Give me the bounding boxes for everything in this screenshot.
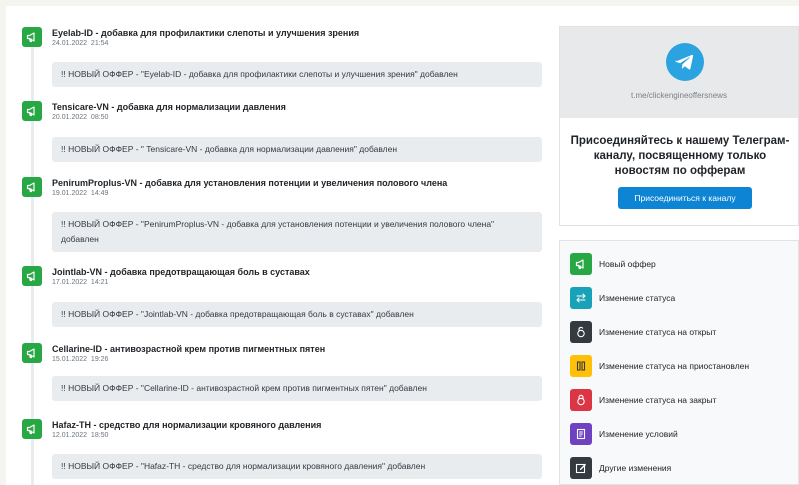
legend-label: Изменение статуса на открыт <box>599 327 717 337</box>
telegram-channel-link[interactable]: t.me/clickengineoffersnews <box>560 91 798 100</box>
timeline-line <box>31 30 34 485</box>
feed-item-message: !! НОВЫЙ ОФФЕР - "Hafaz-TH - средство дл… <box>52 454 542 479</box>
telegram-promo-text: Присоединяйтесь к нашему Телеграм-каналу… <box>570 135 790 177</box>
megaphone-icon <box>22 266 42 286</box>
feed-item-title[interactable]: Tensicare-VN - добавка для нормализации … <box>52 102 286 112</box>
document-icon <box>570 423 592 445</box>
telegram-card-header: t.me/clickengineoffersnews <box>560 27 798 118</box>
feed-item-title[interactable]: PenirumProplus-VN - добавка для установл… <box>52 178 447 188</box>
legend-item-status-paused: Изменение статуса на приостановлен <box>570 355 749 377</box>
swap-arrows-icon <box>570 287 592 309</box>
legend-item-conditions-change: Изменение условий <box>570 423 678 445</box>
telegram-card: t.me/clickengineoffersnews Присоединяйте… <box>559 26 799 226</box>
feed-item-title[interactable]: Hafaz-TH - средство для нормализации кро… <box>52 420 321 430</box>
legend-item-status-closed: Изменение статуса на закрыт <box>570 389 716 411</box>
lock-closed-icon <box>570 389 592 411</box>
legend-item-status-change: Изменение статуса <box>570 287 675 309</box>
legend-label: Новый оффер <box>599 259 656 269</box>
feed-item-date: 20.01.2022 08:50 <box>52 114 109 121</box>
feed-item-date: 12.01.2022 18:50 <box>52 432 109 439</box>
telegram-icon[interactable] <box>666 43 704 81</box>
feed-item-title[interactable]: Eyelab-ID - добавка для профилактики сле… <box>52 28 359 38</box>
megaphone-icon <box>22 343 42 363</box>
edit-icon <box>570 457 592 479</box>
legend-card: Новый оффер Изменение статуса Изменение … <box>559 240 799 485</box>
legend-label: Изменение условий <box>599 429 678 439</box>
pause-icon <box>570 355 592 377</box>
megaphone-icon <box>22 419 42 439</box>
legend-label: Изменение статуса <box>599 293 676 303</box>
megaphone-icon <box>22 101 42 121</box>
megaphone-icon <box>570 253 592 275</box>
lock-open-icon <box>570 321 592 343</box>
feed-item-title[interactable]: Cellarine-ID - антивозрастной крем проти… <box>52 344 325 354</box>
feed-item-message: !! НОВЫЙ ОФФЕР - "Jointlab-VN - добавка … <box>52 302 542 327</box>
feed-item-date: 15.01.2022 19:26 <box>52 356 109 363</box>
legend-label: Изменение статуса на закрыт <box>599 395 717 405</box>
feed-item-date: 17.01.2022 14:21 <box>52 279 109 286</box>
feed-item-title[interactable]: Jointlab-VN - добавка предотвращающая бо… <box>52 267 310 277</box>
feed-item-message: !! НОВЫЙ ОФФЕР - "PenirumProplus-VN - до… <box>52 212 542 252</box>
feed-item-date: 24.01.2022 21:54 <box>52 40 109 47</box>
legend-item-new-offer: Новый оффер <box>570 253 656 275</box>
legend-item-status-open: Изменение статуса на открыт <box>570 321 716 343</box>
feed-item-message: !! НОВЫЙ ОФФЕР - "Cellarine-ID - антивоз… <box>52 376 542 401</box>
feed-item-date: 19.01.2022 14:49 <box>52 190 109 197</box>
legend-label: Другие изменения <box>599 463 672 473</box>
legend-label: Изменение статуса на приостановлен <box>599 361 750 371</box>
megaphone-icon <box>22 177 42 197</box>
feed-item-message: !! НОВЫЙ ОФФЕР - "Eyelab-ID - добавка дл… <box>52 62 542 87</box>
legend-item-other-changes: Другие изменения <box>570 457 671 479</box>
megaphone-icon <box>22 27 42 47</box>
feed-item-message: !! НОВЫЙ ОФФЕР - " Tensicare-VN - добавк… <box>52 137 542 162</box>
join-channel-button[interactable]: Присоединиться к каналу <box>618 187 752 209</box>
